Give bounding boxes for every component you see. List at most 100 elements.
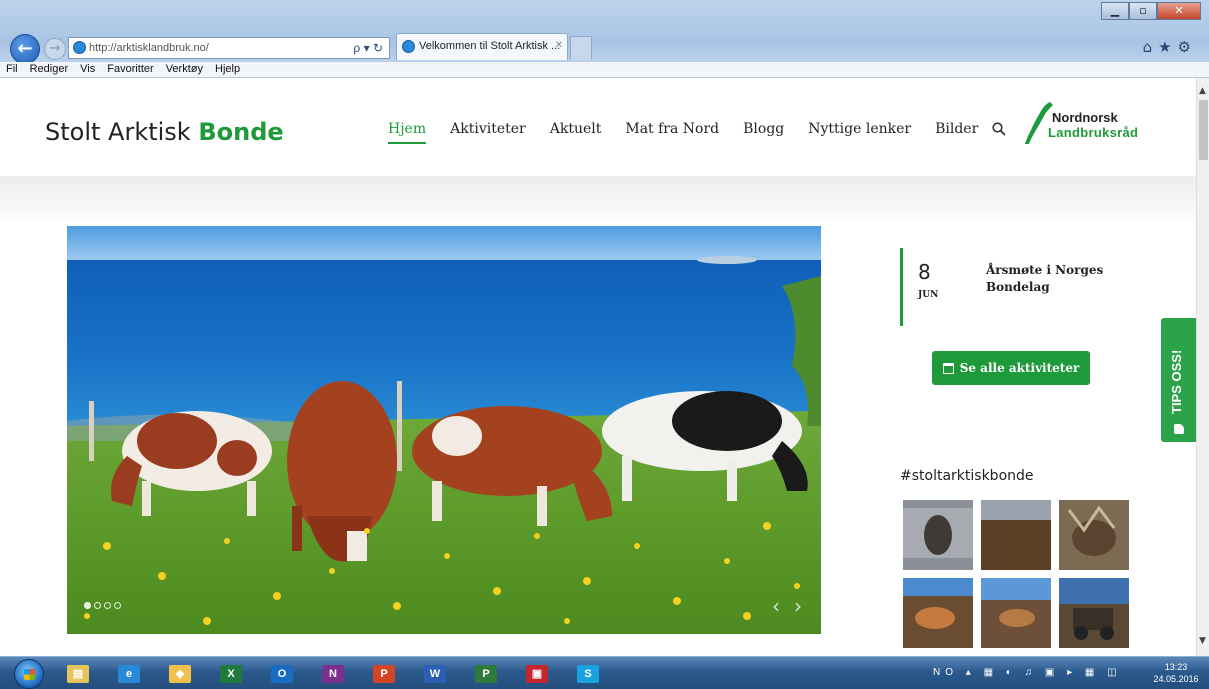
tab-title: Velkommen til Stolt Arktisk ...	[419, 40, 561, 52]
powerpoint-glyph: P	[373, 665, 395, 683]
instagram-thumb-6[interactable]	[1059, 578, 1129, 648]
nav-item-mat-fra-nord[interactable]: Mat fra Nord	[625, 121, 719, 142]
logo-text-regular: Stolt Arktisk	[45, 118, 199, 146]
clock[interactable]: 13:23 24.05.2016	[1148, 661, 1204, 685]
see-all-activities-button[interactable]: Se alle aktiviteter	[932, 351, 1090, 385]
onenote-glyph: N	[322, 665, 344, 683]
taskbar-folder-icon[interactable]: ◆	[160, 660, 200, 688]
event-month: JUN	[918, 290, 939, 300]
site-logo[interactable]: Stolt Arktisk Bonde	[45, 118, 284, 146]
internet-explorer-glyph: e	[118, 665, 140, 683]
nav-item-hjem[interactable]: Hjem	[388, 121, 427, 144]
carousel-dots	[84, 602, 121, 609]
taskbar-project-icon[interactable]: P	[466, 660, 506, 688]
taskbar-onenote-icon[interactable]: N	[313, 660, 353, 688]
minimize-button[interactable]: ▁	[1101, 2, 1129, 20]
taskbar-word-icon[interactable]: W	[415, 660, 455, 688]
instagram-thumb-3[interactable]	[1059, 500, 1129, 570]
see-all-activities-label: Se alle aktiviteter	[959, 361, 1080, 375]
nav-item-aktiviteter[interactable]: Aktiviteter	[450, 121, 526, 142]
menu-bar: Fil Rediger Vis Favoritter Verktøy Hjelp	[0, 62, 1209, 78]
menu-item-fil[interactable]: Fil	[6, 62, 18, 77]
pdf-glyph: ▣	[526, 665, 548, 683]
event-title[interactable]: Årsmøte i Norges Bondelag	[986, 262, 1136, 296]
browser-chrome: ← → http://arktisklandbruk.no/ ρ ▾ ↻ Vel…	[0, 0, 1209, 78]
web-page: Stolt Arktisk Bonde Hjem Aktiviteter Aktue…	[0, 78, 1196, 656]
back-button[interactable]: ←	[10, 34, 40, 64]
word-glyph: W	[424, 665, 446, 683]
system-tray[interactable]: NO ▴ ▦ ◐ ♫ ▣ ▸ ▦ ◫	[933, 667, 1122, 678]
project-glyph: P	[475, 665, 497, 683]
menu-item-rediger[interactable]: Rediger	[30, 62, 69, 77]
hero-image-cows[interactable]	[67, 226, 821, 634]
carousel-dot[interactable]	[114, 602, 121, 609]
outlook-glyph: O	[271, 665, 293, 683]
forward-button[interactable]: →	[44, 38, 66, 60]
carousel-dot[interactable]	[84, 602, 91, 609]
taskbar-excel-icon[interactable]: X	[211, 660, 251, 688]
taskbar-outlook-icon[interactable]: O	[262, 660, 302, 688]
nav-item-bilder[interactable]: Bilder	[935, 121, 978, 142]
vertical-scrollbar[interactable]: ▲ ▼	[1196, 78, 1209, 656]
taskbar-internet-explorer-icon[interactable]: e	[109, 660, 149, 688]
address-search-refresh-icons[interactable]: ρ ▾ ↻	[353, 38, 383, 58]
calendar-icon	[942, 362, 954, 374]
maximize-button[interactable]: ▫	[1129, 2, 1157, 20]
upcoming-event[interactable]: 8 JUN Årsmøte i Norges Bondelag	[900, 248, 1140, 326]
ie-favicon-icon	[73, 41, 86, 54]
tips-oss-label: TIPS OSS!	[1169, 349, 1184, 414]
instagram-thumbnails	[903, 500, 1129, 648]
start-button[interactable]	[14, 659, 44, 689]
carousel-dot[interactable]	[94, 602, 101, 609]
carousel-prev-button[interactable]: ‹	[772, 594, 780, 618]
nav-item-blogg[interactable]: Blogg	[743, 121, 784, 142]
address-url[interactable]: http://arktisklandbruk.no/	[89, 42, 209, 54]
close-window-button[interactable]: ✕	[1157, 2, 1201, 20]
window-controls: ▁ ▫ ✕	[1101, 2, 1201, 20]
menu-item-verktøy[interactable]: Verktøy	[166, 62, 203, 77]
partner-name-bottom: Landbruksråd	[1048, 125, 1139, 140]
tab-close-icon[interactable]: ✕	[555, 40, 563, 51]
search-icon[interactable]	[992, 122, 1006, 136]
skype-glyph: S	[577, 665, 599, 683]
event-day: 8	[918, 260, 931, 284]
taskbar-explorer-icon[interactable]: ▤	[58, 660, 98, 688]
windows-taskbar: ▤ e ◆ X O N P W P ▣ S NO ▴ ▦ ◐ ♫ ▣ ▸ ▦ ◫ 13:23 24.…	[0, 656, 1209, 689]
tips-oss-button[interactable]: TIPS OSS!	[1161, 318, 1196, 442]
scroll-down-icon[interactable]: ▼	[1199, 636, 1206, 646]
menu-item-favoritter[interactable]: Favoritter	[107, 62, 153, 77]
menu-item-vis[interactable]: Vis	[80, 62, 95, 77]
partner-name-top: Nordnorsk	[1052, 110, 1118, 125]
carousel-next-button[interactable]: ›	[794, 594, 802, 618]
home-favorites-tools-icons[interactable]: ⌂★⚙	[1143, 38, 1197, 56]
instagram-thumb-4[interactable]	[903, 578, 973, 648]
address-bar[interactable]: http://arktisklandbruk.no/ ρ ▾ ↻	[68, 37, 390, 59]
header-shadow-band	[0, 176, 1196, 222]
scroll-up-icon[interactable]: ▲	[1199, 86, 1206, 96]
clock-date: 24.05.2016	[1153, 674, 1199, 684]
instagram-thumb-1[interactable]	[903, 500, 973, 570]
taskbar-skype-icon[interactable]: S	[568, 660, 608, 688]
logo-text-bold: Bonde	[198, 118, 284, 146]
partner-logo[interactable]: Nordnorsk Landbruksråd	[1024, 100, 1164, 148]
instagram-thumb-2[interactable]	[981, 500, 1051, 570]
hand-icon	[1174, 424, 1184, 434]
scroll-thumb[interactable]	[1199, 100, 1208, 160]
forward-arrow-icon: →	[49, 41, 61, 56]
main-navigation: Hjem Aktiviteter Aktuelt Mat fra Nord Blogg N…	[388, 121, 1002, 144]
instagram-hashtag: #stoltarktiskbonde	[900, 468, 1034, 484]
taskbar-powerpoint-icon[interactable]: P	[364, 660, 404, 688]
nav-item-nyttige-lenker[interactable]: Nyttige lenker	[808, 121, 911, 142]
carousel-dot[interactable]	[104, 602, 111, 609]
back-arrow-icon: ←	[17, 38, 33, 59]
instagram-thumb-5[interactable]	[981, 578, 1051, 648]
folder-glyph: ◆	[169, 665, 191, 683]
tab-favicon-icon	[402, 40, 415, 53]
tab-active[interactable]: Velkommen til Stolt Arktisk ... ✕	[396, 33, 568, 60]
excel-glyph: X	[220, 665, 242, 683]
nav-item-aktuelt[interactable]: Aktuelt	[550, 121, 602, 142]
clock-time: 13:23	[1164, 662, 1188, 672]
menu-item-hjelp[interactable]: Hjelp	[215, 62, 240, 77]
taskbar-pdf-icon[interactable]: ▣	[517, 660, 557, 688]
new-tab-button[interactable]	[570, 36, 592, 60]
